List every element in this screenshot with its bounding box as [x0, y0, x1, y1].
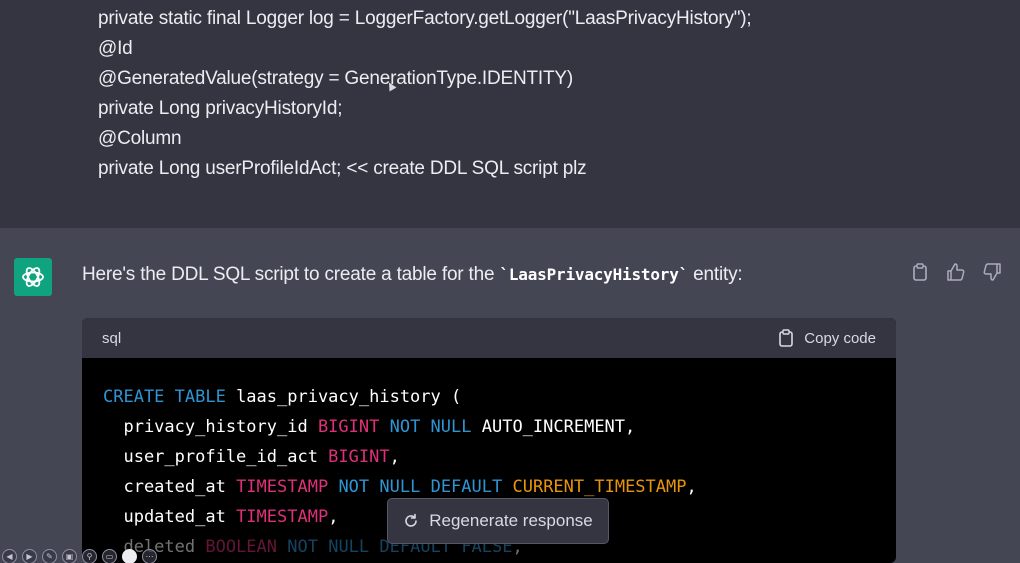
reply-suffix: entity: [688, 264, 743, 285]
reply-entity-code: `LaasPrivacyHistory` [499, 265, 689, 284]
regenerate-response-button[interactable]: Regenerate response [387, 498, 609, 544]
code-token: NOT NULL [338, 477, 421, 497]
copy-slide-icon[interactable]: ▣ [62, 549, 77, 563]
user-message-line: private static final Logger log = Logger… [98, 8, 752, 29]
more-icon[interactable]: ⋯ [142, 549, 157, 563]
code-token: , [389, 447, 400, 467]
openai-logo-icon [14, 258, 52, 296]
code-token: user_profile_id_act [103, 447, 329, 467]
code-block-header: sql Copy code [82, 318, 896, 358]
presentation-controls: ◀ ▶ ✎ ▣ ⚲ ▭ ⋯ [0, 549, 1020, 563]
prev-icon[interactable]: ◀ [2, 549, 17, 563]
user-message-line: @Id [98, 38, 133, 59]
clipboard-icon [779, 329, 794, 347]
thumbs-down-icon[interactable] [982, 262, 1002, 282]
clipboard-icon[interactable] [910, 262, 930, 282]
code-token: laas_privacy_history ( [225, 387, 462, 407]
code-token: DEFAULT [430, 477, 503, 497]
code-token: AUTO_INCREMENT, [471, 417, 636, 437]
code-token: TIMESTAMP [236, 507, 329, 527]
assistant-reply-text: Here's the DDL SQL script to create a ta… [82, 264, 743, 286]
code-token: BIGINT [328, 447, 390, 467]
user-message-line: private Long privacyHistoryId; [98, 98, 343, 119]
pen-icon[interactable]: ✎ [42, 549, 57, 563]
code-token: created_at [103, 477, 237, 497]
screen-icon[interactable]: ▭ [102, 549, 117, 563]
code-line: privacy_history_id BIGINT NOT NULL AUTO_… [103, 412, 875, 442]
user-message-line: @Column [98, 128, 182, 149]
code-token: , [328, 507, 339, 527]
message-actions [910, 262, 1002, 282]
code-token: CREATE TABLE [103, 387, 226, 407]
code-token: updated_at [103, 507, 237, 527]
refresh-icon [405, 513, 418, 527]
code-token: BIGINT [317, 417, 380, 437]
pointer-icon[interactable] [122, 549, 137, 563]
copy-code-button[interactable]: Copy code [778, 329, 876, 347]
copy-code-label: Copy code [804, 329, 876, 347]
user-message: private static final Logger log = Logger… [0, 0, 1020, 228]
thumbs-up-icon[interactable] [946, 262, 966, 282]
code-line: CREATE TABLE laas_privacy_history ( [103, 382, 875, 412]
user-message-line: @GeneratedValue(strategy = GenerationTyp… [98, 68, 573, 89]
code-line: user_profile_id_act BIGINT, [103, 442, 875, 472]
regenerate-label: Regenerate response [429, 511, 593, 530]
code-token: TIMESTAMP [236, 477, 329, 497]
code-language-label: sql [102, 329, 122, 347]
code-token: NOT NULL [389, 417, 472, 437]
code-token: privacy_history_id [103, 417, 318, 437]
zoom-icon[interactable]: ⚲ [82, 549, 97, 563]
reply-prefix: Here's the DDL SQL script to create a ta… [82, 264, 500, 285]
code-token: CURRENT_TIMESTAMP [512, 477, 687, 497]
next-icon[interactable]: ▶ [22, 549, 37, 563]
user-message-line: private Long userProfileIdAct; << create… [98, 158, 587, 179]
code-token: , [686, 477, 697, 497]
